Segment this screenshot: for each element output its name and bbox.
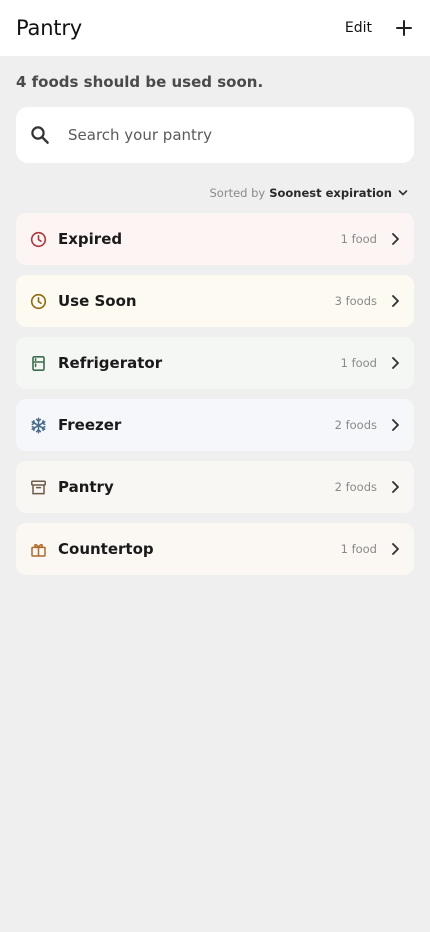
- search-bar[interactable]: [16, 107, 414, 163]
- category-count: 1 food: [340, 356, 377, 370]
- edit-button[interactable]: Edit: [345, 20, 372, 36]
- chevron-down-icon: [398, 190, 408, 196]
- category-count: 1 food: [340, 232, 377, 246]
- page-title: Pantry: [16, 16, 82, 40]
- chevron-right-icon: [392, 233, 399, 245]
- category-row-expired[interactable]: Expired 1 food: [16, 213, 414, 265]
- sort-control[interactable]: Sorted by Soonest expiration: [0, 163, 430, 207]
- category-label: Freezer: [58, 416, 122, 434]
- search-input[interactable]: [68, 126, 368, 144]
- clock-icon: [30, 231, 47, 248]
- clock-icon: [30, 293, 47, 310]
- category-label: Pantry: [58, 478, 114, 496]
- chevron-right-icon: [392, 419, 399, 431]
- search-icon: [31, 126, 49, 144]
- category-count: 2 foods: [334, 418, 377, 432]
- category-count: 1 food: [340, 542, 377, 556]
- chevron-right-icon: [392, 543, 399, 555]
- add-button[interactable]: [392, 16, 416, 40]
- category-row-countertop[interactable]: Countertop 1 food: [16, 523, 414, 575]
- chevron-right-icon: [392, 357, 399, 369]
- fridge-icon: [30, 355, 47, 372]
- category-label: Expired: [58, 230, 123, 248]
- category-row-use-soon[interactable]: Use Soon 3 foods: [16, 275, 414, 327]
- category-label: Refrigerator: [58, 354, 163, 372]
- gift-box-icon: [30, 541, 47, 558]
- sort-prefix: Sorted by: [209, 186, 266, 200]
- category-count: 2 foods: [334, 480, 377, 494]
- category-label: Use Soon: [58, 292, 137, 310]
- category-row-refrigerator[interactable]: Refrigerator 1 food: [16, 337, 414, 389]
- category-row-freezer[interactable]: Freezer 2 foods: [16, 399, 414, 451]
- category-label: Countertop: [58, 540, 154, 558]
- sort-value: Soonest expiration: [269, 186, 392, 200]
- chevron-right-icon: [392, 295, 399, 307]
- category-count: 3 foods: [334, 294, 377, 308]
- archive-box-icon: [30, 479, 47, 496]
- category-list: Expired 1 food Use Soon 3 foods Refriger…: [0, 207, 430, 575]
- snowflake-icon: [30, 416, 47, 434]
- expiring-summary: 4 foods should be used soon.: [16, 73, 264, 91]
- app-header: Pantry Edit: [0, 0, 430, 56]
- category-row-pantry[interactable]: Pantry 2 foods: [16, 461, 414, 513]
- header-actions: Edit: [345, 16, 416, 40]
- chevron-right-icon: [392, 481, 399, 493]
